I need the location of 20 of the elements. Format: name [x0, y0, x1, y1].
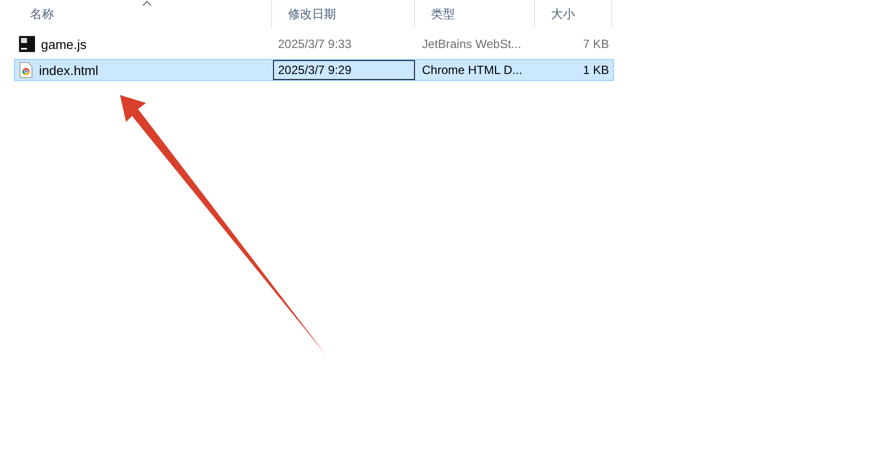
column-header[interactable]: 大小 — [535, 0, 612, 28]
file-row[interactable]: game.js 2025/3/7 9:33 JetBrains WebSt... 7 KB — [14, 33, 614, 55]
column-header[interactable]: 类型 — [415, 0, 535, 28]
file-name: index.html — [39, 62, 98, 78]
column-header[interactable]: 名称 — [14, 0, 272, 28]
file-size: 1 KB — [582, 63, 609, 77]
column-header[interactable]: 修改日期 — [272, 0, 415, 28]
file-type: Chrome HTML D... — [421, 63, 522, 77]
column-label: 类型 — [431, 6, 455, 22]
file-icon — [19, 36, 35, 52]
file-type: JetBrains WebSt... — [421, 37, 522, 51]
modified-date: 2025/3/7 9:29 — [273, 60, 415, 80]
column-label: 名称 — [30, 6, 54, 22]
modified-date: 2025/3/7 9:33 — [277, 36, 352, 53]
file-name: game.js — [41, 36, 87, 52]
column-label: 大小 — [551, 6, 575, 22]
file-size: 7 KB — [582, 37, 609, 51]
column-label: 修改日期 — [288, 6, 336, 22]
browser-file-icon — [19, 62, 33, 78]
file-row[interactable]: index.html 2025/3/7 9:29 Chrome HTML D... 1 KB — [14, 59, 614, 81]
